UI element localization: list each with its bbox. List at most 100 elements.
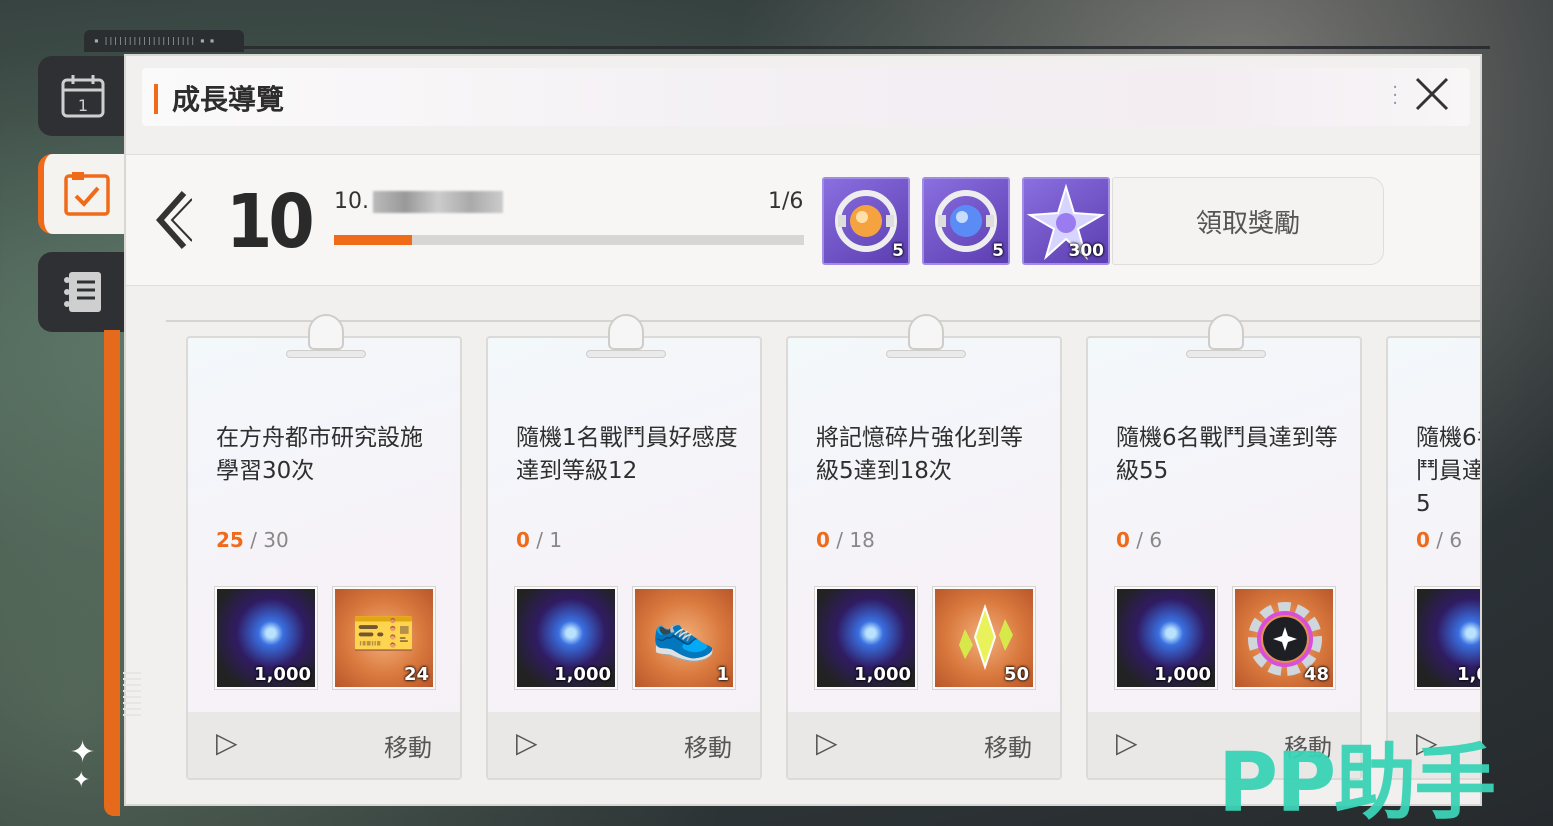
- task-card: 將記憶碎片強化到等級5達到18次 0 / 18 1,000 50 ▷ 移動: [786, 314, 1062, 780]
- item-qty: 1,0: [1457, 664, 1480, 685]
- task-reward-item[interactable]: 🎫 24: [332, 586, 436, 690]
- task-footer: ▷ 移動: [788, 712, 1060, 778]
- sneakers-glyph: 👟: [651, 604, 717, 664]
- task-progress-total: / 6: [1136, 528, 1163, 552]
- stage-reward-2[interactable]: 5: [922, 177, 1010, 265]
- task-footer: ▷ 移動: [488, 712, 760, 778]
- task-description: 隨機6名戰鬥員達等級5: [1416, 425, 1482, 517]
- task-reward-item[interactable]: 1,000: [514, 586, 618, 690]
- claim-reward-button[interactable]: 領取獎勵: [1112, 177, 1384, 265]
- stage-progress-strip: 10 10. 1/6 5 5 300 領取獎勵: [126, 154, 1480, 286]
- play-icon[interactable]: ▷: [216, 726, 238, 759]
- task-reward-item[interactable]: 1,0: [1414, 586, 1480, 690]
- stage-name-prefix: 10.: [334, 189, 369, 214]
- page-title: 成長導覽: [172, 83, 285, 116]
- task-description: 在方舟都市研究設施學習30次: [216, 425, 423, 484]
- clip-bar: [286, 350, 366, 358]
- task-progress: 0 / 6: [1116, 528, 1162, 552]
- task-progress: 0 / 1: [516, 528, 562, 552]
- title-accent: [154, 84, 158, 114]
- clip-bar: [586, 350, 666, 358]
- tab-guide[interactable]: [38, 154, 128, 234]
- reward-qty: 300: [1068, 241, 1105, 261]
- stage-name: 10.: [334, 189, 503, 214]
- move-button[interactable]: 移動: [984, 728, 1032, 763]
- orange-rail: [104, 330, 120, 816]
- task-reward-item[interactable]: 1,000: [814, 586, 918, 690]
- task-progress-current: 0: [1116, 528, 1130, 552]
- svg-text:1: 1: [78, 96, 88, 115]
- card-rail: [166, 320, 1480, 322]
- star-book-icon: 1,000: [1117, 589, 1215, 687]
- clip-icon: [308, 314, 344, 350]
- clip-icon: [908, 314, 944, 350]
- frame-header-strip: ▪ ||||||||||||||||||| ▪ ▪: [84, 30, 244, 52]
- play-icon[interactable]: ▷: [1116, 726, 1138, 759]
- task-reward-item[interactable]: 1,000: [1114, 586, 1218, 690]
- item-qty: 1,000: [854, 664, 911, 685]
- move-button[interactable]: 移動: [384, 728, 432, 763]
- checklist-icon: [64, 172, 110, 216]
- task-progress: 25 / 30: [216, 528, 289, 552]
- task-progress: 0 / 6: [1416, 528, 1462, 552]
- ticket-glyph: 🎫: [351, 604, 417, 664]
- play-icon[interactable]: ▷: [516, 726, 538, 759]
- clip-bar: [1186, 350, 1266, 358]
- sneakers-icon: 👟 1: [635, 589, 733, 687]
- stage-count: 1/6: [768, 189, 804, 214]
- ticket-icon: 🎫 24: [335, 589, 433, 687]
- watermark-logo: PP助手: [1218, 736, 1496, 826]
- stage-reward-3[interactable]: 300: [1022, 177, 1110, 265]
- clip-icon: [608, 314, 644, 350]
- task-reward-item[interactable]: 50: [932, 586, 1036, 690]
- calendar-icon: 1: [61, 75, 105, 118]
- item-qty: 48: [1303, 664, 1329, 685]
- task-progress-current: 0: [1416, 528, 1430, 552]
- gear-core-icon: 48: [1235, 589, 1333, 687]
- stage-level: 10: [226, 179, 315, 265]
- star-book-icon: 1,000: [217, 589, 315, 687]
- prev-stage-button[interactable]: [152, 185, 193, 261]
- item-qty: 50: [1003, 664, 1029, 685]
- play-icon[interactable]: ▷: [816, 726, 838, 759]
- frame-line: [240, 46, 1490, 49]
- task-reward-item[interactable]: 48: [1232, 586, 1336, 690]
- stage-progress-bar: [334, 235, 804, 245]
- item-qty: 1,000: [554, 664, 611, 685]
- task-description: 隨機6名戰鬥員達到等級55: [1116, 425, 1338, 484]
- task-card: 隨機6名戰鬥員達到等級55 0 / 6 1,000 48 ▷ 移動: [1086, 314, 1362, 780]
- star-book-icon: 1,000: [817, 589, 915, 687]
- task-progress-total: / 1: [536, 528, 563, 552]
- growth-guide-panel: 成長導覽 · · · 10 10. 1/6 5 5 300 領取獎勵 在方舟都市…: [124, 54, 1482, 806]
- notebook-icon: [64, 272, 101, 312]
- tab-calendar[interactable]: 1: [38, 56, 128, 136]
- task-reward-item[interactable]: 👟 1: [632, 586, 736, 690]
- task-description: 將記憶碎片強化到等級5達到18次: [816, 425, 1023, 484]
- task-progress-total: / 6: [1436, 528, 1463, 552]
- reward-qty: 5: [892, 241, 904, 261]
- move-button[interactable]: 移動: [684, 728, 732, 763]
- clip-bar: [886, 350, 966, 358]
- task-reward-item[interactable]: 1,000: [214, 586, 318, 690]
- item-qty: 1,000: [254, 664, 311, 685]
- task-progress-current: 0: [516, 528, 530, 552]
- stage-progress-fill: [334, 235, 413, 245]
- clip-icon: [1208, 314, 1244, 350]
- crystal-shard-icon: 50: [935, 589, 1033, 687]
- chevron-left-icon: [155, 191, 193, 249]
- item-qty: 1: [716, 664, 729, 685]
- close-button[interactable]: [1412, 76, 1452, 116]
- task-card: 隨機6名戰鬥員達等級5 0 / 6 1,0 ▷: [1386, 336, 1482, 780]
- task-description: 隨機1名戰鬥員好感度達到等級12: [516, 425, 738, 484]
- task-card: 隨機1名戰鬥員好感度達到等級12 0 / 1 1,000 👟 1 ▷ 移動: [486, 314, 762, 780]
- reward-qty: 5: [992, 241, 1004, 261]
- star-book-icon: 1,000: [517, 589, 615, 687]
- tab-notebook[interactable]: [38, 252, 128, 332]
- rail-ticks: [123, 672, 141, 720]
- sparkle-icon: ✦: [72, 768, 91, 793]
- task-progress-total: / 30: [250, 528, 289, 552]
- star-book-icon: 1,0: [1417, 589, 1480, 687]
- sparkle-icon: ✦: [70, 735, 96, 770]
- task-progress-total: / 18: [836, 528, 875, 552]
- stage-reward-1[interactable]: 5: [822, 177, 910, 265]
